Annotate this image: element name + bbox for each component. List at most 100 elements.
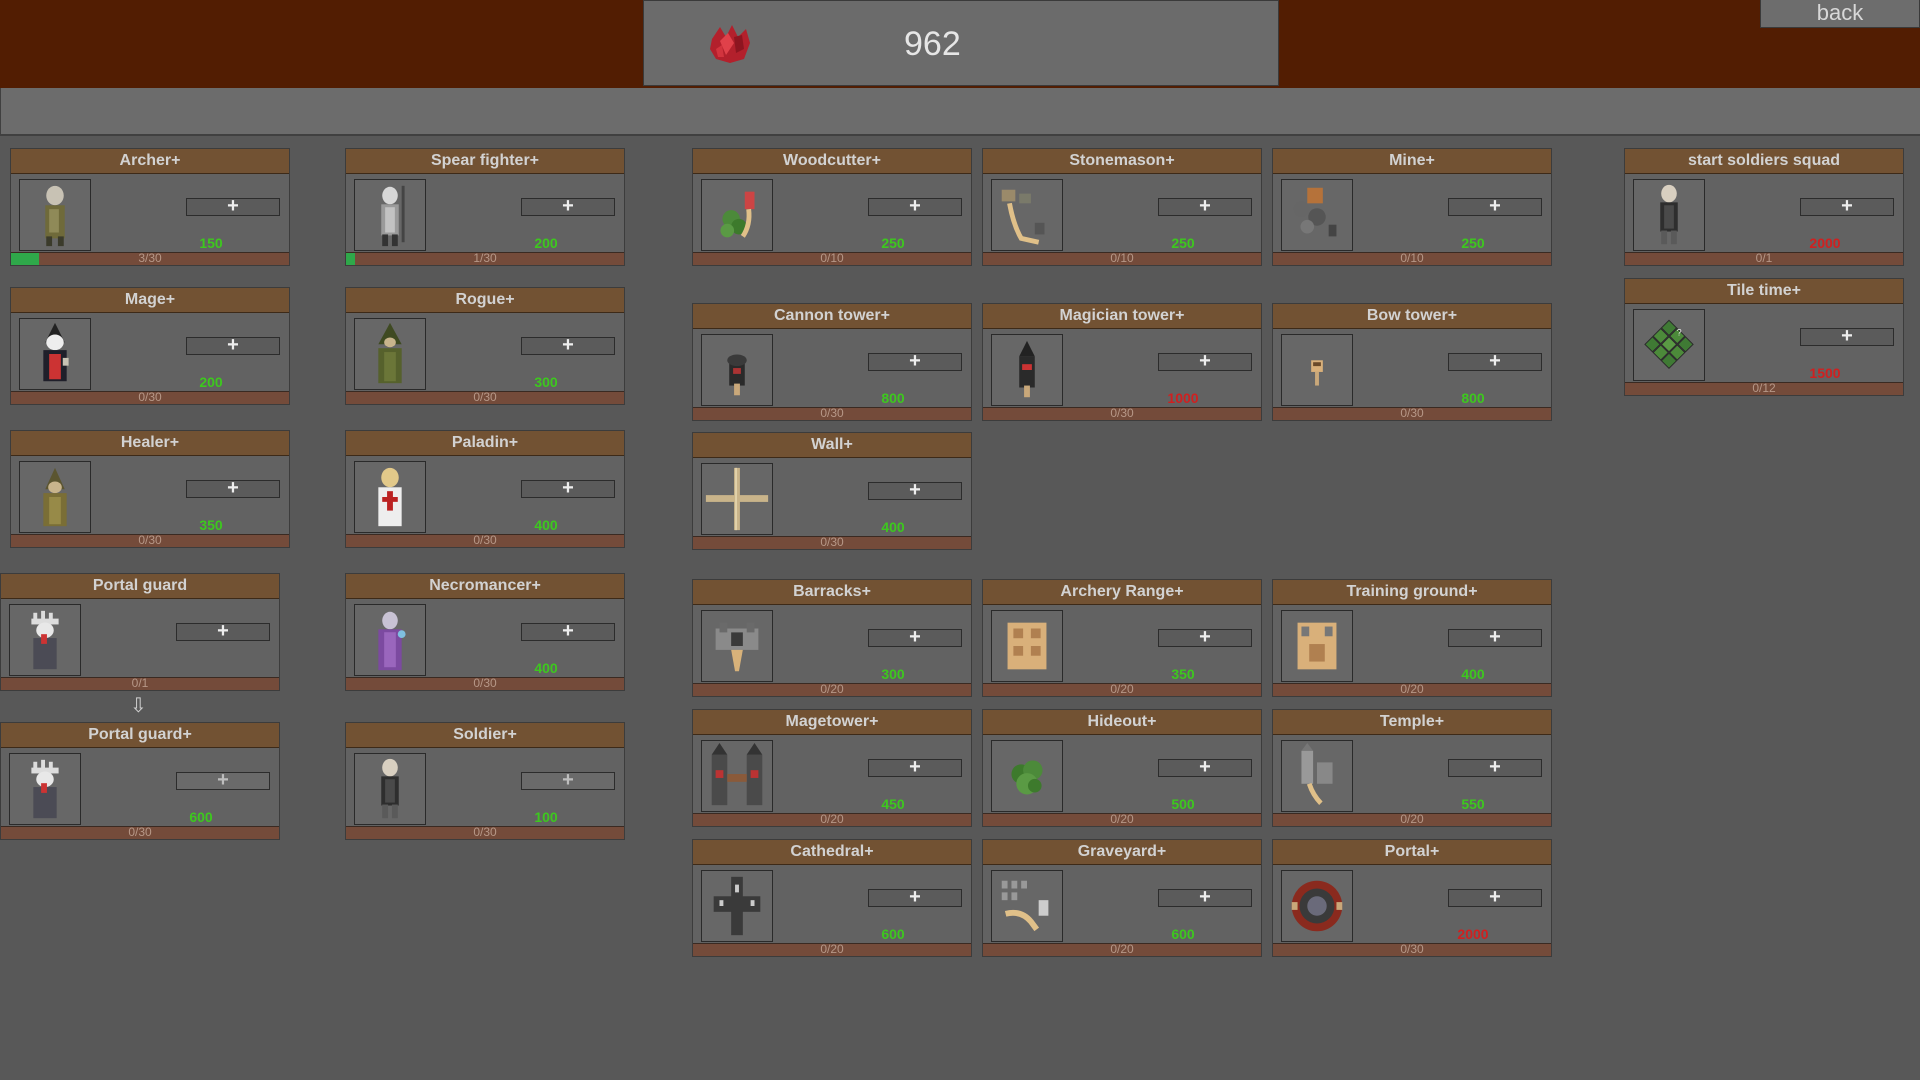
red-crystal-icon xyxy=(706,23,754,65)
progress-text: 0/30 xyxy=(473,390,497,404)
add-mage-button[interactable]: + xyxy=(186,335,280,355)
progress-text: 0/1 xyxy=(131,676,149,690)
paladin-icon xyxy=(354,461,426,533)
add-woodcutter-button[interactable]: + xyxy=(868,196,962,216)
progress-text: 0/30 xyxy=(473,676,497,690)
add-soldiers-squad-button[interactable]: + xyxy=(1800,196,1894,216)
card-title: Spear fighter+ xyxy=(346,149,624,174)
add-portal-guard-plus-button[interactable]: + xyxy=(176,770,270,790)
progress-bar: 0/30 xyxy=(11,391,289,404)
add-graveyard-button[interactable]: + xyxy=(1158,887,1252,907)
hideout-card: Hideout+ + 500 0/20 xyxy=(982,709,1262,827)
add-magetower-button[interactable]: + xyxy=(868,757,962,777)
add-training-ground-button[interactable]: + xyxy=(1448,627,1542,647)
portal-guard-plus-card: Portal guard+ + 600 0/30 xyxy=(0,722,280,840)
mine-card: Mine+ + 250 0/10 xyxy=(1272,148,1552,266)
card-title: Tile time+ xyxy=(1625,279,1903,304)
back-button[interactable]: back xyxy=(1760,0,1920,28)
cathedral-card: Cathedral+ + 600 0/20 xyxy=(692,839,972,957)
progress-bar: 0/30 xyxy=(693,536,971,549)
portal-guard-icon xyxy=(9,753,81,825)
spear-fighter-card: Spear fighter+ + 200 1/30 xyxy=(345,148,625,266)
add-archer-button[interactable]: + xyxy=(186,196,280,216)
barracks-icon xyxy=(701,610,773,682)
cost-label: 800 xyxy=(1461,390,1485,406)
add-portal-button[interactable]: + xyxy=(1448,887,1542,907)
add-soldier-button[interactable]: + xyxy=(521,770,615,790)
cost-label: 200 xyxy=(199,374,223,390)
add-paladin-button[interactable]: + xyxy=(521,478,615,498)
card-title: Mage+ xyxy=(11,288,289,313)
add-bow-tower-button[interactable]: + xyxy=(1448,351,1542,371)
progress-text: 0/1 xyxy=(1755,251,1773,265)
progress-bar: 0/20 xyxy=(983,683,1261,696)
add-archery-range-button[interactable]: + xyxy=(1158,627,1252,647)
cost-label: 150 xyxy=(199,235,223,251)
progress-bar: 0/30 xyxy=(346,677,624,690)
archery-range-icon xyxy=(991,610,1063,682)
card-title: Cannon tower+ xyxy=(693,304,971,329)
tile-grid-icon: ? xyxy=(1633,309,1705,381)
temple-card: Temple+ + 550 0/20 xyxy=(1272,709,1552,827)
progress-text: 1/30 xyxy=(473,251,497,265)
cost-label: 2000 xyxy=(1457,926,1489,942)
progress-bar: 3/30 xyxy=(11,252,289,265)
add-temple-button[interactable]: + xyxy=(1448,757,1542,777)
progress-text: 0/10 xyxy=(1110,251,1134,265)
necromancer-icon xyxy=(354,604,426,676)
card-title: Archery Range+ xyxy=(983,580,1261,605)
cost-label: 350 xyxy=(1171,666,1195,682)
add-cannon-tower-button[interactable]: + xyxy=(868,351,962,371)
cost-label: 500 xyxy=(1171,796,1195,812)
add-spear-fighter-button[interactable]: + xyxy=(521,196,615,216)
cost-label: 600 xyxy=(881,926,905,942)
cost-label: 400 xyxy=(534,660,558,676)
progress-bar: 0/30 xyxy=(346,534,624,547)
add-wall-button[interactable]: + xyxy=(868,480,962,500)
cannon-tower-card: Cannon tower+ + 800 0/30 xyxy=(692,303,972,421)
cost-label: 250 xyxy=(1461,235,1485,251)
soldier-card: Soldier+ + 100 0/30 xyxy=(345,722,625,840)
add-stonemason-button[interactable]: + xyxy=(1158,196,1252,216)
card-title: Necromancer+ xyxy=(346,574,624,599)
progress-bar: 0/30 xyxy=(346,391,624,404)
cost-label: 1500 xyxy=(1809,365,1841,381)
bow-tower-card: Bow tower+ + 800 0/30 xyxy=(1272,303,1552,421)
add-tile-time-button[interactable]: + xyxy=(1800,326,1894,346)
card-title: Magician tower+ xyxy=(983,304,1261,329)
progress-text: 3/30 xyxy=(138,251,162,265)
tile-time-card: Tile time+ ? + 1500 0/12 xyxy=(1624,278,1904,396)
add-hideout-button[interactable]: + xyxy=(1158,757,1252,777)
progress-bar: 0/10 xyxy=(693,252,971,265)
progress-text: 0/20 xyxy=(1400,682,1424,696)
progress-bar: 0/30 xyxy=(983,407,1261,420)
soldier-squad-icon xyxy=(1633,179,1705,251)
progress-text: 0/30 xyxy=(1400,942,1424,956)
training-ground-card: Training ground+ + 400 0/20 xyxy=(1272,579,1552,697)
add-portal-guard-button[interactable]: + xyxy=(176,621,270,641)
card-title: Portal+ xyxy=(1273,840,1551,865)
add-rogue-button[interactable]: + xyxy=(521,335,615,355)
portal-guard-icon xyxy=(9,604,81,676)
add-healer-button[interactable]: + xyxy=(186,478,280,498)
card-title: Temple+ xyxy=(1273,710,1551,735)
progress-text: 0/30 xyxy=(128,825,152,839)
add-barracks-button[interactable]: + xyxy=(868,627,962,647)
card-title: Stonemason+ xyxy=(983,149,1261,174)
add-necromancer-button[interactable]: + xyxy=(521,621,615,641)
wall-icon xyxy=(701,463,773,535)
cost-label: 350 xyxy=(199,517,223,533)
graveyard-card: Graveyard+ + 600 0/20 xyxy=(982,839,1262,957)
add-cathedral-button[interactable]: + xyxy=(868,887,962,907)
add-magician-tower-button[interactable]: + xyxy=(1158,351,1252,371)
progress-text: 0/20 xyxy=(820,682,844,696)
healer-card: Healer+ + 350 0/30 xyxy=(10,430,290,548)
archer-card: Archer+ + 150 3/30 xyxy=(10,148,290,266)
add-mine-button[interactable]: + xyxy=(1448,196,1542,216)
progress-bar: 0/20 xyxy=(693,683,971,696)
card-title: Hideout+ xyxy=(983,710,1261,735)
cost-label: 550 xyxy=(1461,796,1485,812)
cost-label: 400 xyxy=(534,517,558,533)
training-ground-icon xyxy=(1281,610,1353,682)
archery-range-card: Archery Range+ + 350 0/20 xyxy=(982,579,1262,697)
